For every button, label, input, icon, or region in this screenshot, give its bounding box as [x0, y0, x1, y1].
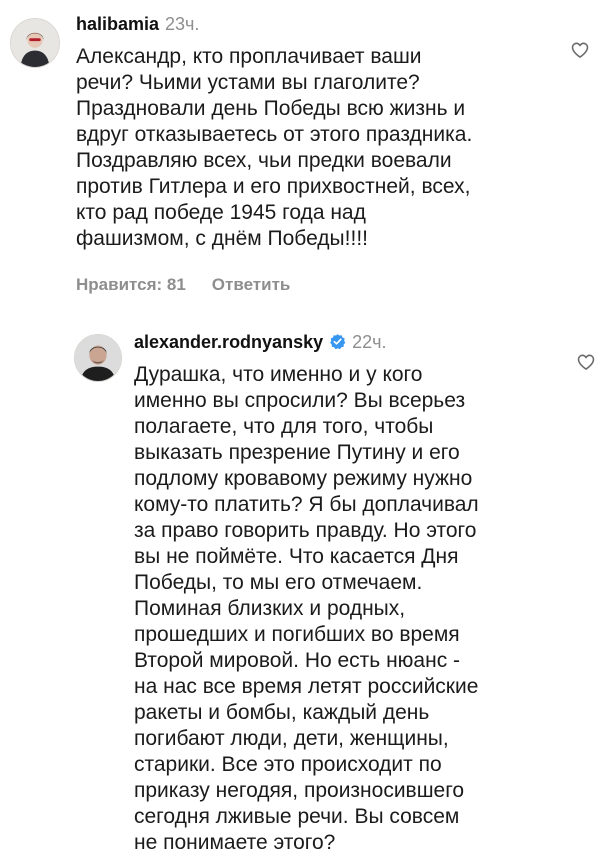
comment-text: Александр, кто проплачивает ваши речи? Ч… [76, 45, 473, 250]
comment-actions: Нравится: 81 Ответить [76, 274, 550, 296]
likes-count[interactable]: Нравится: 81 [76, 275, 186, 294]
comment-text: Дурашка, что именно и у кого именно вы с… [134, 363, 479, 854]
heart-outline-icon[interactable] [576, 352, 596, 372]
verified-badge-icon [330, 334, 346, 350]
avatar[interactable] [10, 18, 60, 68]
comment-header: alexander.rodnyansky 22ч. [134, 330, 570, 354]
comment-header: halibamia 23ч. [76, 12, 550, 36]
avatar-photo-icon [75, 335, 121, 381]
timestamp: 22ч. [352, 332, 387, 352]
avatar[interactable] [74, 334, 122, 382]
username[interactable]: halibamia [76, 14, 159, 34]
username[interactable]: alexander.rodnyansky [134, 332, 323, 352]
reply-button[interactable]: Ответить [212, 275, 291, 294]
heart-outline-icon[interactable] [570, 40, 590, 60]
avatar-photo-icon [11, 19, 59, 67]
timestamp: 23ч. [165, 14, 200, 34]
